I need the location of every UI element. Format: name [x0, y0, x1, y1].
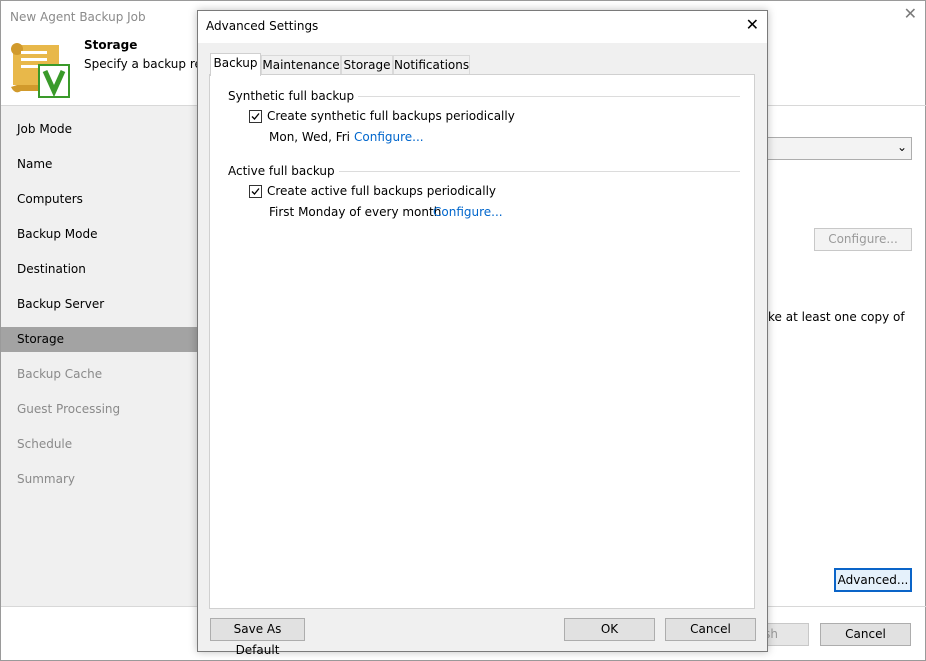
dialog-title: Advanced Settings: [206, 19, 318, 33]
close-icon[interactable]: ✕: [746, 16, 759, 34]
synthetic-configure-link[interactable]: Configure...: [354, 130, 424, 144]
tab-maintenance[interactable]: Maintenance: [261, 55, 341, 75]
step-backup-cache: Backup Cache: [1, 362, 198, 387]
partial-description-text: ke at least one copy of: [768, 310, 905, 324]
backup-tab-panel: Synthetic full backup Create synthetic f…: [209, 74, 755, 609]
main-configure-button: Configure...: [814, 228, 912, 251]
step-backup-server[interactable]: Backup Server: [1, 292, 198, 317]
step-destination[interactable]: Destination: [1, 257, 198, 282]
repository-dropdown[interactable]: ⌄: [766, 137, 912, 160]
ok-button[interactable]: OK: [564, 618, 655, 641]
chevron-down-icon: ⌄: [897, 140, 907, 154]
checkmark-icon: [250, 111, 261, 122]
storage-scroll-icon: [9, 41, 71, 101]
active-full-checkbox[interactable]: [249, 185, 262, 198]
advanced-button[interactable]: Advanced...: [834, 568, 912, 592]
tab-notifications[interactable]: Notifications: [393, 55, 470, 75]
save-as-default-button[interactable]: Save As Default: [210, 618, 305, 641]
step-schedule: Schedule: [1, 432, 198, 457]
dialog-titlebar: Advanced Settings ✕: [198, 11, 767, 43]
advanced-settings-dialog: Advanced Settings ✕ Backup Maintenance S…: [197, 10, 768, 652]
wizard-close-icon[interactable]: ✕: [904, 6, 917, 22]
step-summary: Summary: [1, 467, 198, 492]
step-name[interactable]: Name: [1, 152, 198, 177]
wizard-title: New Agent Backup Job: [10, 10, 146, 24]
wizard-cancel-button[interactable]: Cancel: [820, 623, 911, 646]
checkmark-icon: [250, 186, 261, 197]
step-backup-mode[interactable]: Backup Mode: [1, 222, 198, 247]
active-configure-link[interactable]: Configure...: [433, 205, 503, 219]
tab-backup[interactable]: Backup: [210, 53, 261, 76]
active-full-label[interactable]: Create active full backups periodically: [267, 184, 496, 198]
step-guest-processing: Guest Processing: [1, 397, 198, 422]
tab-storage[interactable]: Storage: [341, 55, 393, 75]
active-group-title: Active full backup: [228, 164, 339, 178]
synthetic-full-label[interactable]: Create synthetic full backups periodical…: [267, 109, 515, 123]
step-computers[interactable]: Computers: [1, 187, 198, 212]
step-storage[interactable]: Storage: [1, 327, 198, 352]
synthetic-schedule-text: Mon, Wed, Fri: [269, 130, 350, 144]
wizard-steps-sidebar: Job Mode Name Computers Backup Mode Dest…: [1, 106, 198, 606]
synthetic-group-title: Synthetic full backup: [228, 89, 358, 103]
step-job-mode[interactable]: Job Mode: [1, 117, 198, 142]
synthetic-full-checkbox[interactable]: [249, 110, 262, 123]
cancel-button[interactable]: Cancel: [665, 618, 756, 641]
wizard-header-title: Storage: [84, 38, 137, 52]
active-schedule-text: First Monday of every month: [269, 205, 441, 219]
